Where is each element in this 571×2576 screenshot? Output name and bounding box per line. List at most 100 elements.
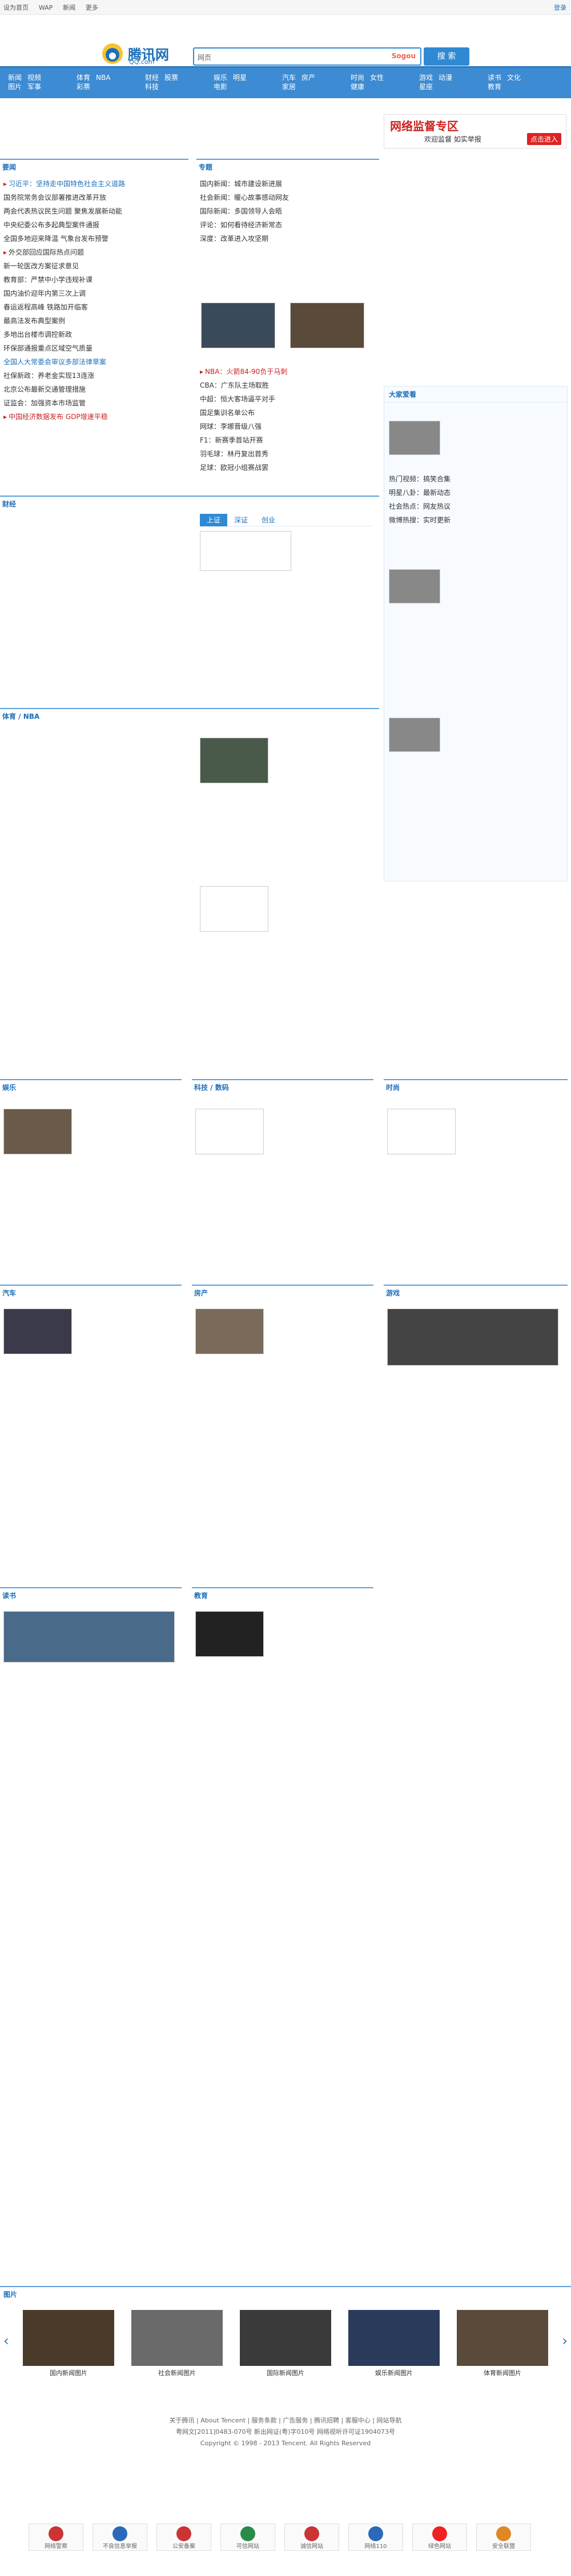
- finance-section: 财经 上证 深证 创业: [0, 496, 379, 701]
- topic-item[interactable]: 国际新闻：多国领导人会晤: [200, 204, 376, 218]
- news-item[interactable]: 国内油价迎年内第三次上调: [3, 287, 185, 300]
- news-item[interactable]: 多地出台楼市调控新政: [3, 328, 185, 341]
- gallery-item[interactable]: [131, 2310, 223, 2366]
- topic-item[interactable]: 评论：如何看待经济新常态: [200, 218, 376, 232]
- section-title: 教育: [194, 1592, 208, 1600]
- badge-icon: [432, 2526, 447, 2541]
- news-item[interactable]: 新一轮医改方案征求意见: [3, 259, 185, 273]
- badge-icon: [112, 2526, 127, 2541]
- popular-item[interactable]: 微博热搜：实时更新: [389, 513, 451, 527]
- logo-icon[interactable]: [100, 42, 125, 65]
- nav-group[interactable]: 财经 股票 科技: [145, 73, 184, 91]
- trust-badge[interactable]: 公安备案: [156, 2523, 211, 2551]
- gallery-item[interactable]: [348, 2310, 440, 2366]
- edu-thumb[interactable]: [195, 1611, 264, 1657]
- sports-item[interactable]: 中超：恒大客场逼平对手: [200, 392, 376, 406]
- gallery-caption[interactable]: 体育新闻图片: [457, 2368, 548, 2377]
- trust-badge[interactable]: 网络110: [348, 2523, 403, 2551]
- nav-group[interactable]: 汽车 房产 家居: [282, 73, 321, 91]
- auto-thumb[interactable]: [3, 1309, 72, 1354]
- stock-tabs[interactable]: 上证 深证 创业: [200, 514, 371, 526]
- sports-item[interactable]: 国足集训名单公布: [200, 406, 376, 420]
- popular-item[interactable]: 明星八卦：最新动态: [389, 486, 451, 500]
- search-box[interactable]: 网页 Sogou: [193, 47, 421, 66]
- gallery-item[interactable]: [23, 2310, 114, 2366]
- gallery-item[interactable]: [457, 2310, 548, 2366]
- news-item[interactable]: 全国多地迎来降温 气象台发布预警: [3, 232, 185, 245]
- gallery-caption[interactable]: 国内新闻图片: [23, 2368, 114, 2377]
- login-link[interactable]: 登录: [554, 3, 566, 12]
- promo-button[interactable]: 点击进入: [526, 133, 561, 145]
- topic-item[interactable]: 深度：改革进入攻坚期: [200, 232, 376, 245]
- trust-badge[interactable]: 绿色网站: [412, 2523, 467, 2551]
- fashion-thumb[interactable]: [387, 1109, 456, 1154]
- news-item[interactable]: 春运返程高峰 铁路加开临客: [3, 300, 185, 314]
- trust-badge[interactable]: 诚信网站: [284, 2523, 339, 2551]
- next-arrow-icon[interactable]: ›: [562, 2333, 568, 2349]
- popular-thumb[interactable]: [389, 569, 440, 603]
- popular-item[interactable]: 热门视频：搞笑合集: [389, 472, 451, 486]
- promo-banner[interactable]: 网络监督专区 欢迎监督 如实举报 点击进入: [384, 114, 566, 148]
- news-item[interactable]: 两会代表热议民生问题 聚焦发展新动能: [3, 204, 185, 218]
- sports-item[interactable]: ▸ NBA：火箭84-90负于马刺: [200, 365, 376, 379]
- video-thumb[interactable]: [201, 303, 275, 348]
- section-title: 游戏: [386, 1289, 400, 1297]
- search-button[interactable]: 搜 索: [424, 47, 469, 66]
- news-item[interactable]: 环保部通报重点区域空气质量: [3, 341, 185, 355]
- tab-stock: 创业: [262, 516, 276, 524]
- popular-item[interactable]: 社会热点：网友热议: [389, 500, 451, 513]
- trust-badge[interactable]: 可信网站: [220, 2523, 275, 2551]
- top-link[interactable]: 新闻: [63, 4, 75, 11]
- sports-item[interactable]: 羽毛球：林丹复出首秀: [200, 447, 376, 461]
- house-thumb[interactable]: [195, 1309, 264, 1354]
- sports-thumb[interactable]: [200, 886, 268, 932]
- top-links: 设为首页 WAP 新闻 更多: [3, 3, 106, 12]
- gallery-item[interactable]: [240, 2310, 331, 2366]
- nav-group[interactable]: 读书 文化 教育: [488, 73, 526, 91]
- news-item[interactable]: 教育部：严禁中小学违规补课: [3, 273, 185, 287]
- search-type-select[interactable]: 网页: [198, 53, 211, 62]
- gallery-caption[interactable]: 娱乐新闻图片: [348, 2368, 440, 2377]
- sports-item[interactable]: CBA：广东队主场取胜: [200, 379, 376, 392]
- nav-group[interactable]: 新闻 视频 图片 军事: [8, 73, 47, 91]
- nav-group[interactable]: 娱乐 明星 电影: [214, 73, 252, 91]
- tech-thumb[interactable]: [195, 1109, 264, 1154]
- news-item[interactable]: ▸ 中国经济数据发布 GDP增速平稳: [3, 410, 185, 424]
- news-item[interactable]: 最高法发布典型案例: [3, 314, 185, 328]
- footer-links[interactable]: 关于腾讯 | About Tencent | 服务条款 | 广告服务 | 腾讯招…: [0, 2415, 571, 2426]
- gallery-caption[interactable]: 社会新闻图片: [131, 2368, 223, 2377]
- nav-group[interactable]: 体育 NBA 彩票: [77, 73, 116, 91]
- trust-badge[interactable]: 网络警察: [29, 2523, 83, 2551]
- news-item[interactable]: 北京公布最新交通管理措施: [3, 383, 185, 396]
- game-thumb[interactable]: [387, 1309, 558, 1366]
- news-item[interactable]: 证监会：加强资本市场监管: [3, 396, 185, 410]
- news-item[interactable]: ▸ 外交部回应国际热点问题: [3, 245, 185, 259]
- news-item[interactable]: 全国人大常委会审议多部法律草案: [3, 355, 185, 369]
- read-thumb[interactable]: [3, 1611, 175, 1663]
- news-item[interactable]: 国务院常务会议部署推进改革开放: [3, 191, 185, 204]
- news-item[interactable]: 中央纪委公布多起典型案件通报: [3, 218, 185, 232]
- logo-sub: QQ.com: [129, 58, 155, 66]
- ent-thumb[interactable]: [3, 1109, 72, 1154]
- topic-item[interactable]: 社会新闻：暖心故事感动网友: [200, 191, 376, 204]
- top-link[interactable]: 更多: [86, 4, 98, 11]
- topic-item[interactable]: 国内新闻：城市建设新进展: [200, 177, 376, 191]
- top-link[interactable]: 设为首页: [3, 4, 29, 11]
- trust-badge[interactable]: 安全联盟: [476, 2523, 531, 2551]
- footer: 关于腾讯 | About Tencent | 服务条款 | 广告服务 | 腾讯招…: [0, 2415, 571, 2449]
- news-item[interactable]: 社保新政：养老金实现13连涨: [3, 369, 185, 383]
- sports-item[interactable]: 网球：李娜晋级八强: [200, 420, 376, 433]
- video-thumb[interactable]: [290, 303, 364, 348]
- sports-item[interactable]: F1：新赛季首站开赛: [200, 433, 376, 447]
- popular-thumb[interactable]: [389, 718, 440, 752]
- popular-thumb[interactable]: [389, 421, 440, 455]
- gallery-caption[interactable]: 国际新闻图片: [240, 2368, 331, 2377]
- prev-arrow-icon[interactable]: ‹: [3, 2333, 9, 2349]
- nav-group[interactable]: 时尚 女性 健康: [351, 73, 389, 91]
- sports-item[interactable]: 足球：欧冠小组赛战罢: [200, 461, 376, 474]
- top-link[interactable]: WAP: [39, 4, 53, 11]
- news-item[interactable]: ▸ 习近平：坚持走中国特色社会主义道路: [3, 177, 185, 191]
- sports-thumb[interactable]: [200, 738, 268, 783]
- trust-badge[interactable]: 不良信息举报: [93, 2523, 147, 2551]
- nav-group[interactable]: 游戏 动漫 星座: [419, 73, 458, 91]
